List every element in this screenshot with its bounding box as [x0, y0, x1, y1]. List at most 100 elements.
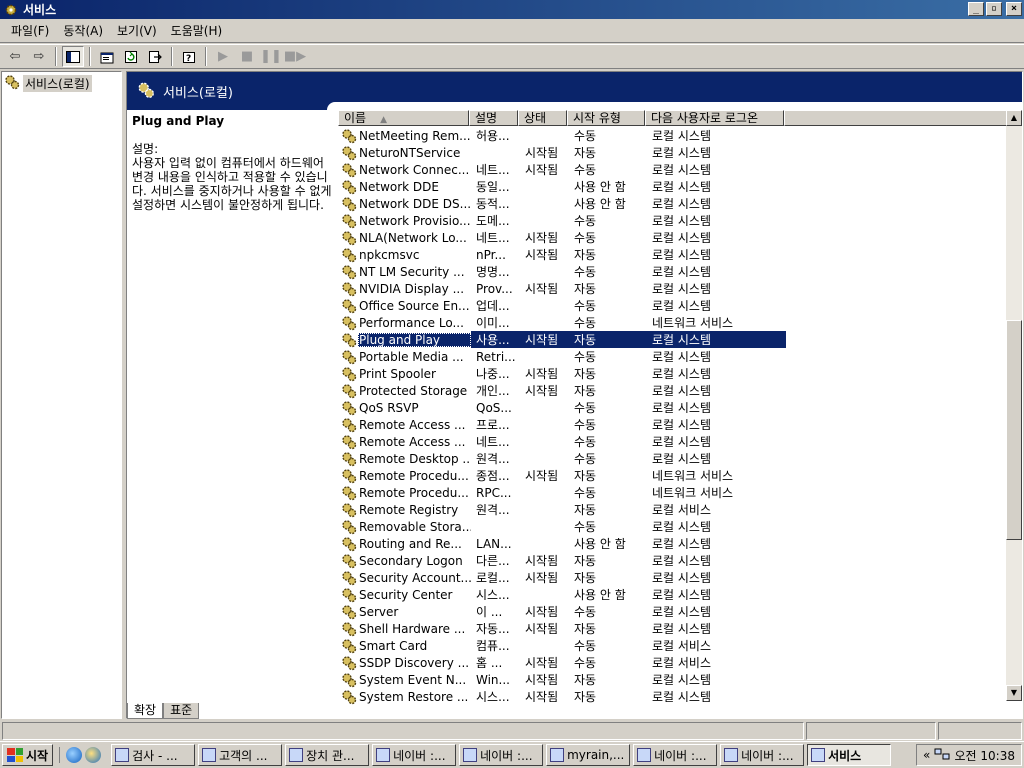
taskbar-button[interactable]: 고객의 ...: [198, 744, 283, 766]
service-row[interactable]: Shell Hardware ... 자동... 시작됨 자동 로컬 시스템: [338, 620, 1008, 637]
service-row[interactable]: Remote Registry 원격... 자동 로컬 서비스: [338, 501, 1008, 518]
help-icon[interactable]: ?: [178, 46, 200, 67]
service-description: 도메...: [476, 214, 510, 228]
service-row[interactable]: NT LM Security ... 명명... 수동 로컬 시스템: [338, 263, 1008, 280]
taskbar-button[interactable]: 네이버 :...: [459, 744, 544, 766]
taskbar-button[interactable]: 장치 관...: [285, 744, 370, 766]
tray-expand-icon[interactable]: «: [923, 748, 930, 762]
service-startup-type: 수동: [574, 639, 597, 653]
service-row[interactable]: Smart Card 컴퓨... 수동 로컬 서비스: [338, 637, 1008, 654]
taskbar-button[interactable]: 네이버 :...: [720, 744, 805, 766]
taskbar-button-label: 네이버 :...: [741, 748, 794, 763]
service-name: System Restore ...: [359, 689, 469, 704]
restart-service-icon[interactable]: ■▶: [284, 46, 306, 67]
service-row[interactable]: Network Provisio... 도메... 수동 로컬 시스템: [338, 212, 1008, 229]
column-header-status[interactable]: 상태: [518, 110, 567, 126]
service-log-on-as: 로컬 시스템: [652, 265, 712, 279]
service-row[interactable]: Performance Lo... 이미... 수동 네트워크 서비스: [338, 314, 1008, 331]
network-icon[interactable]: [934, 747, 950, 764]
column-header-description[interactable]: 설명: [469, 110, 518, 126]
stop-service-icon[interactable]: ■: [236, 46, 258, 67]
service-startup-type: 수동: [574, 129, 597, 143]
service-startup-type: 수동: [574, 520, 597, 534]
taskbar-button[interactable]: myrain,...: [546, 744, 631, 766]
show-tree-icon[interactable]: [62, 46, 84, 67]
service-gear-icon: [340, 383, 358, 399]
scroll-up-button[interactable]: ▲: [1006, 110, 1022, 126]
service-description: 업데...: [476, 299, 510, 313]
service-log-on-as: 로컬 시스템: [652, 622, 712, 636]
scroll-down-button[interactable]: ▼: [1006, 685, 1022, 701]
taskbar-button[interactable]: 네이버 :...: [372, 744, 457, 766]
column-header-startup-type[interactable]: 시작 유형: [567, 110, 645, 126]
services-gear-icon: [4, 74, 20, 93]
service-row[interactable]: Network DDE DS... 동적... 사용 안 함 로컬 시스템: [338, 195, 1008, 212]
service-startup-type: 수동: [574, 656, 597, 670]
taskbar-button-label: 고객의 ...: [219, 748, 268, 763]
pause-service-icon[interactable]: ❚❚: [260, 46, 282, 67]
menu-action[interactable]: 동작(A): [56, 22, 110, 39]
service-row[interactable]: SSDP Discovery ... 홈 ... 시작됨 수동 로컬 서비스: [338, 654, 1008, 671]
service-row[interactable]: Remote Procedu... RPC... 수동 네트워크 서비스: [338, 484, 1008, 501]
service-description: 프로...: [476, 418, 510, 432]
back-arrow-icon[interactable]: ⇦: [4, 46, 26, 67]
service-row[interactable]: Security Account... 로컬... 시작됨 자동 로컬 시스템: [338, 569, 1008, 586]
service-row[interactable]: QoS RSVP QoS... 수동 로컬 시스템: [338, 399, 1008, 416]
refresh-icon[interactable]: [120, 46, 142, 67]
service-row[interactable]: Secondary Logon 다른... 시작됨 자동 로컬 시스템: [338, 552, 1008, 569]
service-gear-icon: [340, 502, 358, 518]
service-row[interactable]: Office Source En... 업데... 수동 로컬 시스템: [338, 297, 1008, 314]
scrollbar-thumb[interactable]: [1006, 320, 1022, 540]
vertical-scrollbar[interactable]: ▲ ▼: [1006, 110, 1022, 701]
service-row[interactable]: npkcmsvc nPr... 시작됨 자동 로컬 시스템: [338, 246, 1008, 263]
minimize-button[interactable]: _: [968, 2, 984, 16]
export-list-icon[interactable]: [144, 46, 166, 67]
service-row[interactable]: Portable Media ... Retri... 수동 로컬 시스템: [338, 348, 1008, 365]
column-header-log-on-as[interactable]: 다음 사용자로 로그온: [645, 110, 784, 126]
service-row[interactable]: NLA(Network Lo... 네트... 시작됨 수동 로컬 시스템: [338, 229, 1008, 246]
taskbar-button[interactable]: 검사 - ...: [111, 744, 196, 766]
taskbar-button-label: 네이버 :...: [654, 748, 707, 763]
service-row[interactable]: Security Center 시스... 사용 안 함 로컬 시스템: [338, 586, 1008, 603]
service-row[interactable]: Routing and Re... LAN... 사용 안 함 로컬 시스템: [338, 535, 1008, 552]
service-row[interactable]: Remote Procedu... 종점... 시작됨 자동 네트워크 서비스: [338, 467, 1008, 484]
service-row[interactable]: Server 이 ... 시작됨 수동 로컬 시스템: [338, 603, 1008, 620]
properties-icon[interactable]: [96, 46, 118, 67]
service-row[interactable]: NeturoNTService 시작됨 자동 로컬 시스템: [338, 144, 1008, 161]
service-row[interactable]: System Event N... Win... 시작됨 자동 로컬 시스템: [338, 671, 1008, 688]
taskbar-button[interactable]: 네이버 :...: [633, 744, 718, 766]
service-row[interactable]: System Restore ... 시스... 시작됨 자동 로컬 시스템: [338, 688, 1008, 705]
start-button[interactable]: 시작: [2, 744, 54, 766]
service-row[interactable]: Print Spooler 나중... 시작됨 자동 로컬 시스템: [338, 365, 1008, 382]
pane-header-title: 서비스(로컬): [163, 85, 233, 101]
windows-logo-icon: [7, 748, 23, 762]
media-player-icon[interactable]: [85, 747, 102, 763]
menu-file[interactable]: 파일(F): [4, 22, 56, 39]
service-row[interactable]: Remote Access ... 프로... 수동 로컬 시스템: [338, 416, 1008, 433]
menu-view[interactable]: 보기(V): [110, 22, 164, 39]
start-service-icon[interactable]: ▶: [212, 46, 234, 67]
tree-node-services-local[interactable]: 서비스(로컬): [2, 72, 121, 95]
service-row[interactable]: Removable Stora... 수동 로컬 시스템: [338, 518, 1008, 535]
menu-help[interactable]: 도움말(H): [164, 22, 230, 39]
forward-arrow-icon[interactable]: ⇨: [28, 46, 50, 67]
tab-standard[interactable]: 표준: [163, 703, 200, 719]
restore-button[interactable]: ▫: [986, 2, 1002, 16]
service-gear-icon: [340, 332, 358, 348]
service-log-on-as: 네트워크 서비스: [652, 316, 734, 330]
column-header-name[interactable]: 이름 ▲: [338, 110, 469, 126]
service-row[interactable]: Network Connec... 네트... 시작됨 수동 로컬 시스템: [338, 161, 1008, 178]
service-row[interactable]: NVIDIA Display ... Prov... 시작됨 자동 로컬 시스템: [338, 280, 1008, 297]
internet-explorer-icon[interactable]: [66, 747, 83, 763]
service-row[interactable]: Remote Desktop ... 원격... 수동 로컬 시스템: [338, 450, 1008, 467]
service-row[interactable]: NetMeeting Rem... 허용... 수동 로컬 시스템: [338, 127, 1008, 144]
service-row[interactable]: Network DDE 동일... 사용 안 함 로컬 시스템: [338, 178, 1008, 195]
taskbar-button[interactable]: 서비스: [807, 744, 892, 766]
service-row[interactable]: Protected Storage 개인... 시작됨 자동 로컬 시스템: [338, 382, 1008, 399]
service-log-on-as: 로컬 시스템: [652, 673, 712, 687]
service-row[interactable]: Plug and Play 사용... 시작됨 자동 로컬 시스템: [338, 331, 1008, 348]
close-button[interactable]: ×: [1006, 2, 1022, 16]
clock[interactable]: 오전 10:38: [955, 747, 1015, 764]
service-row[interactable]: Remote Access ... 네트... 수동 로컬 시스템: [338, 433, 1008, 450]
tab-extended[interactable]: 확장: [127, 703, 164, 719]
